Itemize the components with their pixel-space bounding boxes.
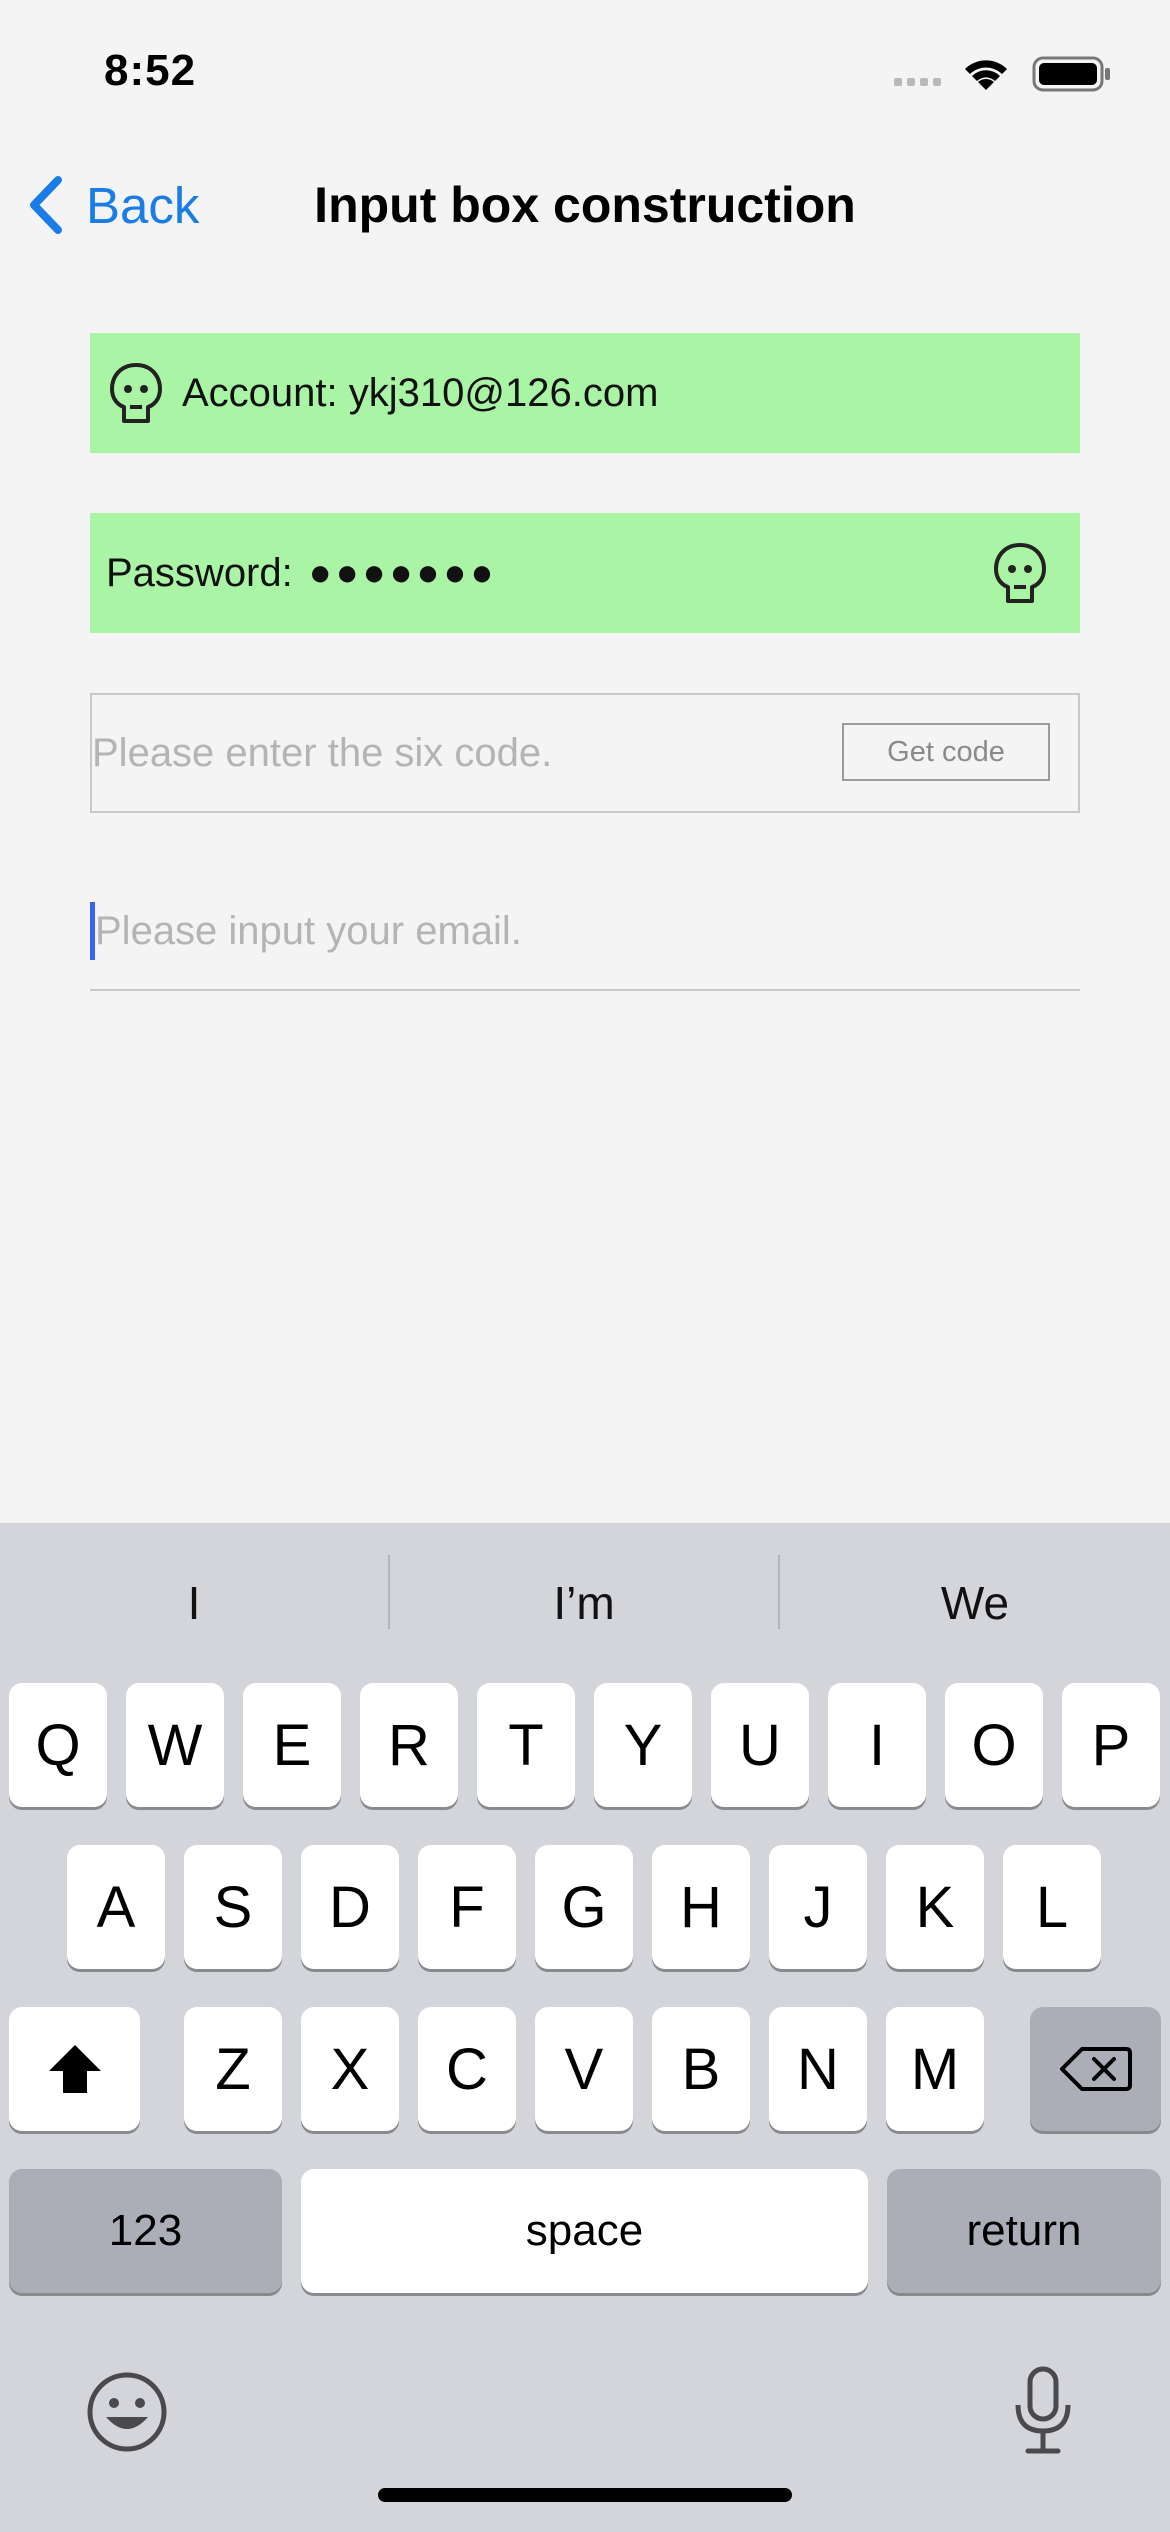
code-placeholder: Please enter the six code. [92, 730, 553, 775]
password-mask: ●●●●●●● [308, 551, 498, 594]
user-face-icon [994, 543, 1046, 603]
key-z[interactable]: Z [184, 2007, 282, 2131]
user-face-icon [110, 363, 162, 423]
microphone-icon[interactable] [1010, 2365, 1076, 2457]
password-field[interactable]: Password: ●●●●●●● [90, 513, 1080, 633]
key-c[interactable]: C [418, 2007, 516, 2131]
email-placeholder: Please input your email. [95, 908, 522, 953]
shift-key[interactable] [9, 2007, 140, 2131]
key-o[interactable]: O [945, 1683, 1043, 1807]
key-i[interactable]: I [828, 1683, 926, 1807]
status-icons [894, 56, 1110, 92]
space-key[interactable]: space [301, 2169, 868, 2293]
key-t[interactable]: T [477, 1683, 575, 1807]
delete-key[interactable] [1030, 2007, 1161, 2131]
key-q[interactable]: Q [9, 1683, 107, 1807]
suggestion-2[interactable]: I’m [390, 1563, 778, 1643]
suggestion-1[interactable]: I [0, 1563, 388, 1643]
key-e[interactable]: E [243, 1683, 341, 1807]
key-s[interactable]: S [184, 1845, 282, 1969]
password-label: Password: [106, 550, 293, 595]
suggestion-3[interactable]: We [780, 1563, 1170, 1643]
key-h[interactable]: H [652, 1845, 750, 1969]
cellular-signal-icon [894, 78, 941, 86]
key-m[interactable]: M [886, 2007, 984, 2131]
page-title: Input box construction [314, 177, 856, 233]
key-b[interactable]: B [652, 2007, 750, 2131]
key-a[interactable]: A [67, 1845, 165, 1969]
battery-icon [1032, 56, 1110, 92]
key-x[interactable]: X [301, 2007, 399, 2131]
verification-code-field[interactable]: Please enter the six code. Get code [90, 693, 1080, 813]
get-code-button[interactable]: Get code [842, 723, 1050, 781]
home-indicator [378, 2488, 792, 2502]
status-time: 8:52 [104, 46, 197, 95]
key-f[interactable]: F [418, 1845, 516, 1969]
key-r[interactable]: R [360, 1683, 458, 1807]
key-w[interactable]: W [126, 1683, 224, 1807]
wifi-icon [965, 60, 1007, 90]
account-field[interactable]: Account: ykj310@126.com [90, 333, 1080, 453]
key-g[interactable]: G [535, 1845, 633, 1969]
key-d[interactable]: D [301, 1845, 399, 1969]
shift-arrow-icon [48, 2045, 101, 2093]
key-y[interactable]: Y [594, 1683, 692, 1807]
backspace-icon [1059, 2047, 1132, 2091]
key-j[interactable]: J [769, 1845, 867, 1969]
key-u[interactable]: U [711, 1683, 809, 1807]
key-p[interactable]: P [1062, 1683, 1160, 1807]
numbers-key[interactable]: 123 [9, 2169, 282, 2293]
key-l[interactable]: L [1003, 1845, 1101, 1969]
emoji-icon[interactable] [86, 2371, 168, 2453]
key-k[interactable]: K [886, 1845, 984, 1969]
key-v[interactable]: V [535, 2007, 633, 2131]
return-key[interactable]: return [887, 2169, 1161, 2293]
key-n[interactable]: N [769, 2007, 867, 2131]
keyboard: I I’m We Q W E R T Y U I O P A S D F G H… [0, 1523, 1170, 2532]
email-field[interactable]: Please input your email. [90, 873, 1080, 991]
account-value: Account: ykj310@126.com [182, 370, 659, 415]
